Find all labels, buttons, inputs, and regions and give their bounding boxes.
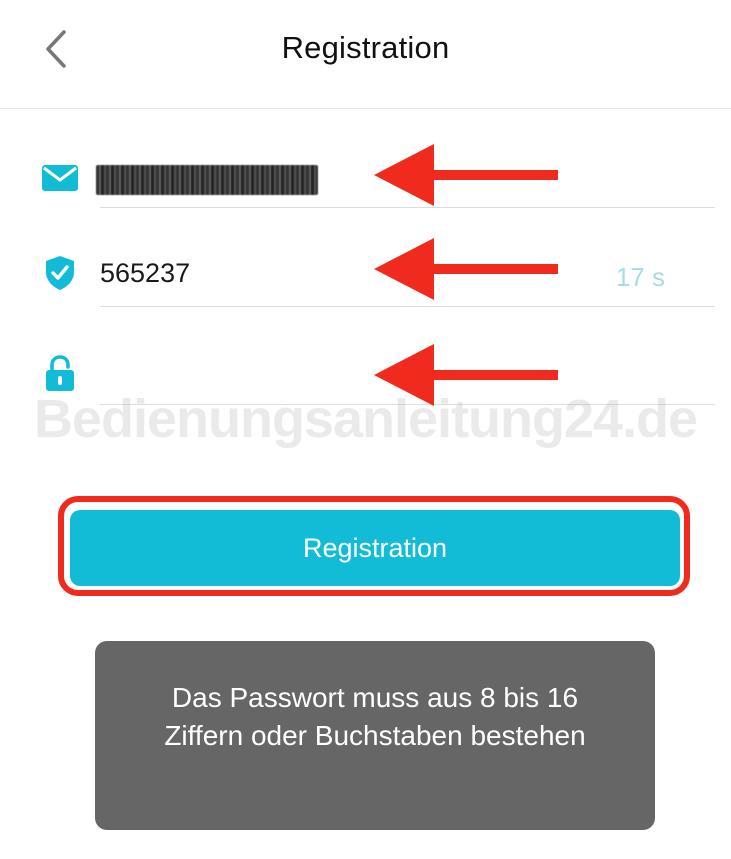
shield-check-icon — [40, 253, 80, 293]
resend-countdown: 17 s — [615, 262, 665, 292]
registration-button[interactable]: Registration — [70, 510, 680, 586]
toast-line: Das Passwort muss aus 8 bis 16 — [171, 682, 579, 713]
mail-icon — [40, 158, 80, 198]
email-row — [0, 142, 731, 237]
code-row: 17 s — [0, 238, 731, 333]
email-field[interactable] — [96, 165, 318, 195]
page-title: Registration — [281, 30, 450, 65]
lock-icon — [40, 354, 80, 394]
registration-screen: Registration 17 s — [0, 0, 731, 859]
password-row — [0, 336, 731, 431]
annotation-arrow-code — [374, 238, 558, 300]
header-bar: Registration — [0, 0, 731, 109]
annotation-arrow-email — [374, 144, 558, 206]
code-underline — [100, 306, 715, 307]
annotation-arrow-password — [374, 344, 558, 406]
toast-message: Das Passwort muss aus 8 bis 16 Ziffern o… — [95, 641, 655, 830]
toast-line: Ziffern oder Buchstaben bestehen — [164, 720, 586, 751]
